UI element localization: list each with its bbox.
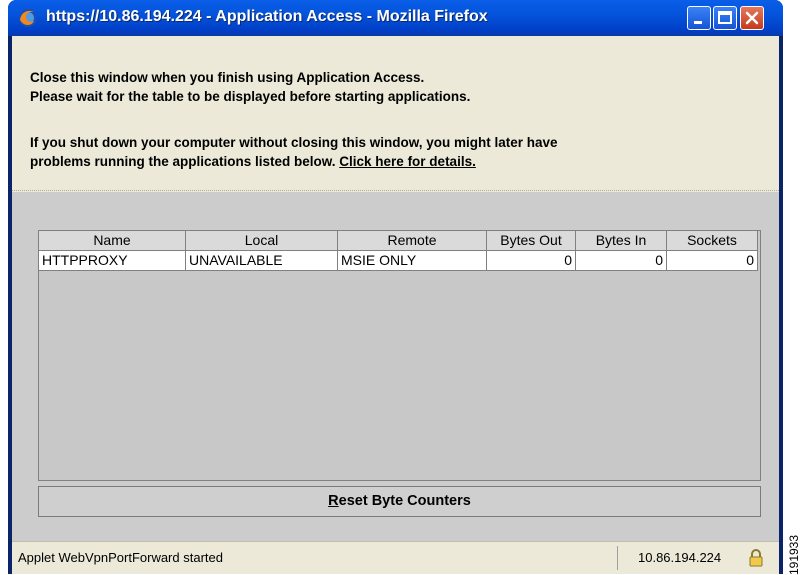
column-header-bytes-out[interactable]: Bytes Out bbox=[487, 231, 576, 251]
table-cell-remote[interactable]: MSIE ONLY bbox=[338, 251, 487, 271]
table-cell-bytes-in[interactable]: 0 bbox=[576, 251, 667, 271]
figure-id: 191933 bbox=[786, 535, 802, 575]
divider bbox=[12, 190, 779, 191]
figure-id-text: 191933 bbox=[787, 534, 801, 575]
table-cell-name[interactable]: HTTPPROXY bbox=[39, 251, 186, 271]
minimize-icon bbox=[694, 21, 702, 24]
browser-window: https://10.86.194.224 - Application Acce… bbox=[8, 0, 783, 574]
applications-table[interactable]: Name Local Remote Bytes Out Bytes In Soc… bbox=[38, 230, 761, 481]
close-button[interactable] bbox=[740, 6, 764, 30]
status-bar: Applet WebVpnPortForward started 10.86.1… bbox=[12, 541, 779, 574]
table-cell-bytes-out[interactable]: 0 bbox=[487, 251, 576, 271]
reset-button-label: eset Byte Counters bbox=[338, 493, 471, 509]
window-title: https://10.86.194.224 - Application Acce… bbox=[46, 8, 488, 25]
column-header-name[interactable]: Name bbox=[39, 231, 186, 251]
firefox-icon bbox=[19, 9, 37, 27]
table-cell-local[interactable]: UNAVAILABLE bbox=[186, 251, 338, 271]
column-header-local[interactable]: Local bbox=[186, 231, 338, 251]
lock-icon[interactable] bbox=[748, 549, 764, 567]
info-line-4: problems running the applications listed… bbox=[30, 152, 476, 171]
reset-button-mnemonic: R bbox=[328, 493, 339, 509]
details-link[interactable]: Click here for details. bbox=[339, 154, 476, 169]
close-icon bbox=[745, 11, 759, 25]
info-line-4-text: problems running the applications listed… bbox=[30, 154, 340, 169]
info-line-3: If you shut down your computer without c… bbox=[30, 135, 558, 150]
window-content: Close this window when you finish using … bbox=[12, 36, 779, 574]
maximize-icon bbox=[718, 11, 732, 24]
title-bar[interactable]: https://10.86.194.224 - Application Acce… bbox=[8, 0, 783, 36]
maximize-button[interactable] bbox=[713, 6, 737, 30]
reset-byte-counters-button[interactable]: Reset Byte Counters bbox=[38, 486, 761, 517]
column-header-sockets[interactable]: Sockets bbox=[667, 231, 758, 251]
applet-area: Name Local Remote Bytes Out Bytes In Soc… bbox=[12, 192, 779, 541]
table-cell-sockets[interactable]: 0 bbox=[667, 251, 758, 271]
info-line-1: Close this window when you finish using … bbox=[30, 70, 425, 85]
info-line-2: Please wait for the table to be displaye… bbox=[30, 89, 471, 104]
status-ip-address: 10.86.194.224 bbox=[638, 550, 722, 565]
column-header-bytes-in[interactable]: Bytes In bbox=[576, 231, 667, 251]
info-panel: Close this window when you finish using … bbox=[12, 36, 779, 192]
column-header-remote[interactable]: Remote bbox=[338, 231, 487, 251]
status-text: Applet WebVpnPortForward started bbox=[18, 550, 223, 565]
minimize-button[interactable] bbox=[687, 6, 711, 30]
status-separator bbox=[617, 546, 618, 570]
